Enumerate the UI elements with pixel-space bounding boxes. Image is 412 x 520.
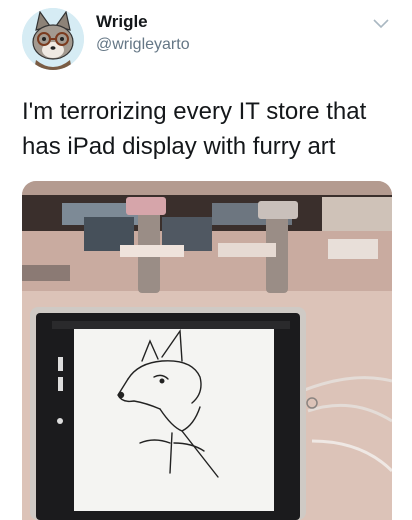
display-name[interactable]: Wrigle [96, 12, 148, 32]
ipad-store-photo [22, 181, 392, 520]
tweet-text: I'm terrorizing every IT store that has … [22, 98, 367, 160]
avatar[interactable] [22, 8, 84, 70]
tweet-photo[interactable] [22, 181, 392, 520]
tweet-header: Wrigle @wrigleyarto [0, 0, 412, 80]
fox-avatar-icon [22, 8, 84, 70]
chevron-down-icon[interactable] [372, 18, 390, 30]
user-handle[interactable]: @wrigleyarto [96, 36, 190, 54]
